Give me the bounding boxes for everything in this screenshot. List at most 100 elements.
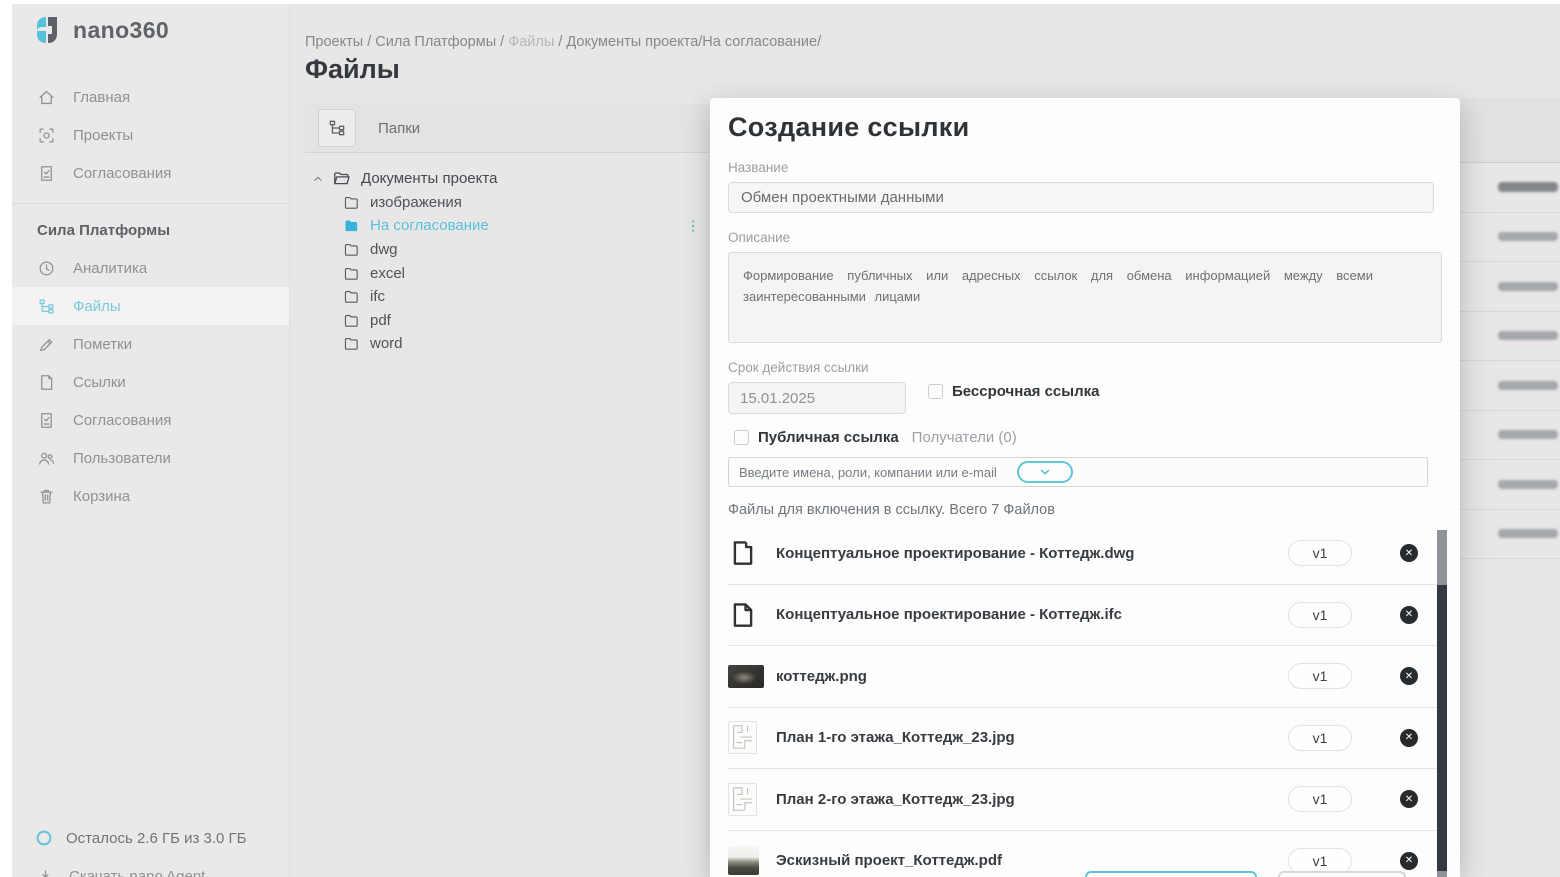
file-thumbnail xyxy=(728,721,768,754)
blurred-text xyxy=(1498,282,1558,291)
folder-filled-icon xyxy=(343,217,360,234)
tree-item-label: pdf xyxy=(370,312,391,329)
storage-circle-icon xyxy=(35,829,53,847)
link-description-text: Формирование публичных или адресных ссыл… xyxy=(743,265,1373,308)
expiry-date-input[interactable] xyxy=(728,382,906,414)
sidebar-item-label: Пометки xyxy=(73,336,132,353)
remove-file-button[interactable]: ✕ xyxy=(1400,606,1418,624)
scrollbar-thumb[interactable] xyxy=(1437,585,1447,871)
tree-item-6[interactable]: word xyxy=(305,332,711,356)
breadcrumb-segment[interactable]: Сила Платформы xyxy=(375,34,496,50)
tree-item-label: ifc xyxy=(370,288,385,305)
public-link-option[interactable]: Публичная ссылка xyxy=(734,429,899,446)
sidebar-item-notes[interactable]: Пометки xyxy=(12,325,289,363)
file-row-0: Концептуальное проектирование - Коттедж.… xyxy=(728,523,1442,585)
files-icon xyxy=(37,297,56,316)
file-row-2: коттедж.png v1 ✕ xyxy=(728,646,1442,708)
page-title: Файлы xyxy=(305,54,400,85)
table-row-partial xyxy=(1460,163,1560,213)
sidebar-item-links[interactable]: Ссылки xyxy=(12,363,289,401)
sidebar-item-home[interactable]: Главная xyxy=(12,78,289,116)
approvals-icon xyxy=(37,411,56,430)
included-files-heading: Файлы для включения в ссылку. Всего 7 Фа… xyxy=(728,502,1442,518)
sidebar-item-users[interactable]: Пользователи xyxy=(12,439,289,477)
home-icon xyxy=(37,88,56,107)
download-agent-link[interactable]: Скачать nano Agent xyxy=(37,868,205,877)
file-list-scrollbar[interactable] xyxy=(1437,530,1447,877)
app-logo-text: nano360 xyxy=(73,17,169,44)
tree-item-label: изображения xyxy=(370,194,462,211)
dots-vertical-icon[interactable] xyxy=(685,218,701,234)
tree-item-2[interactable]: dwg xyxy=(305,238,711,262)
breadcrumb-segment[interactable]: Проекты xyxy=(305,34,363,50)
table-row-partial xyxy=(1460,510,1560,560)
folders-panel-label: Папки xyxy=(378,120,420,137)
recipients-dropdown-button[interactable] xyxy=(1017,461,1073,483)
recipients-input[interactable] xyxy=(739,459,1009,485)
tree-item-label: word xyxy=(370,335,403,352)
tree-item-4[interactable]: ifc xyxy=(305,285,711,309)
link-name-input[interactable] xyxy=(728,182,1434,213)
blurred-text xyxy=(1498,182,1558,192)
table-row-partial xyxy=(1460,213,1560,263)
file-row-4: План 2-го этажа_Коттедж_23.jpg v1 ✕ xyxy=(728,769,1442,831)
perpetual-link-label: Бессрочная ссылка xyxy=(952,383,1099,400)
file-name: Концептуальное проектирование - Коттедж.… xyxy=(776,606,1122,623)
breadcrumb-segment[interactable]: Документы проекта/На согласование/ xyxy=(566,34,821,50)
sidebar-item-analytics[interactable]: Аналитика xyxy=(12,249,289,287)
breadcrumb-segment[interactable]: Файлы xyxy=(508,34,554,50)
public-link-checkbox[interactable] xyxy=(734,430,749,445)
file-version-badge[interactable]: v1 xyxy=(1288,663,1352,689)
sketch-thumbnail xyxy=(728,846,759,875)
folder-open-icon xyxy=(332,169,351,188)
storage-indicator: Осталось 2.6 ГБ из 3.0 ГБ xyxy=(35,829,247,847)
sidebar-divider xyxy=(12,203,289,204)
perpetual-link-checkbox[interactable] xyxy=(928,384,943,399)
sidebar-nav-project: Аналитика Файлы Пометки Ссылки Согласова… xyxy=(12,249,289,515)
tree-item-label: excel xyxy=(370,265,405,282)
tree-item-root[interactable]: Документы проекта xyxy=(305,167,711,191)
remove-file-button[interactable]: ✕ xyxy=(1400,729,1418,747)
sidebar-item-approvals-project[interactable]: Согласования xyxy=(12,401,289,439)
tree-item-0[interactable]: изображения xyxy=(305,191,711,215)
file-version-badge[interactable]: v1 xyxy=(1288,540,1352,566)
sidebar-item-approvals[interactable]: Согласования xyxy=(12,154,289,192)
perpetual-link-option[interactable]: Бессрочная ссылка xyxy=(928,383,1099,400)
remove-file-button[interactable]: ✕ xyxy=(1400,852,1418,870)
recipients-count-label: Получатели (0) xyxy=(912,429,1017,446)
tree-item-label: Документы проекта xyxy=(361,170,497,187)
tree-item-3[interactable]: excel xyxy=(305,261,711,285)
cancel-button-partial[interactable] xyxy=(1278,871,1406,877)
sidebar-item-label: Пользователи xyxy=(73,450,171,467)
file-version-badge[interactable]: v1 xyxy=(1288,786,1352,812)
create-link-button-partial[interactable] xyxy=(1085,871,1257,877)
breadcrumb-separator: / xyxy=(363,34,375,50)
sidebar-item-projects[interactable]: Проекты xyxy=(12,116,289,154)
sidebar-item-label: Главная xyxy=(73,89,130,106)
file-name: План 2-го этажа_Коттедж_23.jpg xyxy=(776,791,1015,808)
app-window: nano360 Главная Проекты Согласования Сил… xyxy=(12,4,1560,877)
remove-file-button[interactable]: ✕ xyxy=(1400,544,1418,562)
breadcrumb: Проекты / Сила Платформы / Файлы / Докум… xyxy=(305,34,821,50)
tree-item-5[interactable]: pdf xyxy=(305,309,711,333)
file-name: Концептуальное проектирование - Коттедж.… xyxy=(776,545,1134,562)
remove-file-button[interactable]: ✕ xyxy=(1400,667,1418,685)
table-row-partial xyxy=(1460,460,1560,510)
remove-file-button[interactable]: ✕ xyxy=(1400,790,1418,808)
sidebar-item-files[interactable]: Файлы xyxy=(12,287,289,325)
recipients-field[interactable] xyxy=(728,457,1428,487)
file-version-badge[interactable]: v1 xyxy=(1288,725,1352,751)
folder-tree-toggle-button[interactable] xyxy=(318,109,356,147)
sidebar-item-label: Ссылки xyxy=(73,374,126,391)
blurred-text xyxy=(1498,232,1558,241)
file-version-badge[interactable]: v1 xyxy=(1288,848,1352,874)
files-toolbar-partial xyxy=(1460,98,1560,163)
sidebar-item-trash[interactable]: Корзина xyxy=(12,477,289,515)
breadcrumb-separator: / xyxy=(554,34,566,50)
file-name: коттедж.png xyxy=(776,668,867,685)
tree-item-1[interactable]: На согласование xyxy=(305,214,711,238)
link-description-input[interactable]: Формирование публичных или адресных ссыл… xyxy=(728,252,1442,343)
analytics-icon xyxy=(37,259,56,278)
file-version-badge[interactable]: v1 xyxy=(1288,602,1352,628)
app-logo[interactable]: nano360 xyxy=(34,14,169,46)
